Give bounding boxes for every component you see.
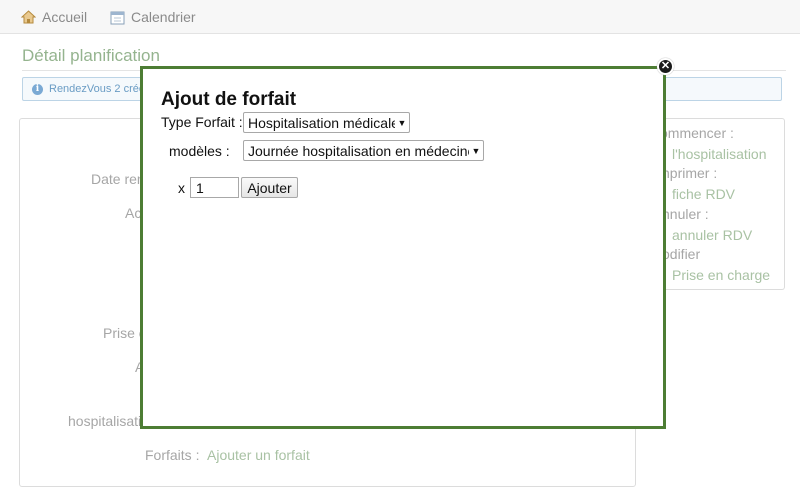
quantity-input[interactable] <box>190 177 239 198</box>
dropdown-arrow-icon: ▼ <box>397 117 407 128</box>
nav-calendar[interactable]: Calendrier <box>110 7 196 27</box>
home-icon <box>21 10 36 24</box>
start-hospitalisation-link[interactable]: l'hospitalisation <box>672 146 767 162</box>
prise-en-charge-link[interactable]: Prise en charge <box>672 267 770 283</box>
imprimer-label: nprimer : <box>662 165 718 181</box>
dropdown-arrow-icon: ▼ <box>471 145 481 156</box>
type-forfait-value: Hospitalisation médicale <box>248 114 395 131</box>
dialog-title: Ajout de forfait <box>161 89 297 110</box>
quantity-prefix: x <box>178 180 185 196</box>
calendar-icon <box>110 11 125 24</box>
annuler-label: nnuler : <box>662 206 709 222</box>
hospitalisation-label: hospitalisatio <box>68 413 149 429</box>
nav-home[interactable]: Accueil <box>21 7 87 27</box>
print-fiche-rdv-link[interactable]: fiche RDV <box>672 186 735 202</box>
close-icon[interactable]: ✕ <box>657 58 674 75</box>
add-forfait-dialog: Ajout de forfait Type Forfait : Hospital… <box>140 66 666 429</box>
cancel-rdv-link[interactable]: annuler RDV <box>672 227 752 243</box>
modeles-label: modèles : <box>169 143 230 159</box>
forfaits-label: Forfaits : <box>145 447 200 463</box>
nav-home-label: Accueil <box>42 9 88 25</box>
commencer-label: ommencer : <box>660 125 734 141</box>
type-forfait-select[interactable]: Hospitalisation médicale ▼ <box>243 112 410 133</box>
modifier-label: odifier <box>662 246 701 262</box>
add-button[interactable]: Ajouter <box>241 177 298 198</box>
modeles-select[interactable]: Journée hospitalisation en médecine ▼ <box>243 140 484 161</box>
top-navigation: Accueil Calendrier <box>0 0 800 34</box>
page-title: Détail planification <box>22 46 160 65</box>
nav-calendar-label: Calendrier <box>131 9 196 25</box>
type-forfait-label: Type Forfait : <box>161 114 243 130</box>
add-forfait-link[interactable]: Ajouter un forfait <box>207 447 310 463</box>
info-icon: i <box>32 83 43 95</box>
modeles-value: Journée hospitalisation en médecine <box>248 142 469 159</box>
date-label: Date ren <box>91 171 145 187</box>
ac-label: Ac <box>125 205 142 221</box>
